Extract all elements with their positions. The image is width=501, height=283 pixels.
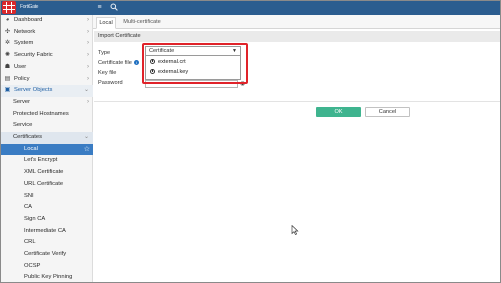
sidebar-item-server[interactable]: Server › — [0, 97, 93, 109]
app-title: FortiGate — [20, 4, 39, 10]
chevron-right-icon: › — [87, 17, 89, 23]
star-icon[interactable]: ☆ — [84, 144, 90, 156]
sidebar-item-ocsp[interactable]: OCSP — [0, 261, 93, 273]
chevron-down-icon: ⌄ — [83, 87, 89, 94]
main-content: Local Multi-certificate Import Certifica… — [93, 15, 501, 283]
sidebar-item-user[interactable]: ☗ User › — [0, 62, 93, 74]
fortinet-logo — [2, 1, 16, 14]
divider — [94, 101, 500, 102]
chevron-down-icon: ⌄ — [83, 134, 89, 140]
key-file-label: Key file — [98, 70, 117, 76]
top-bar: FortiGate ≡ — [0, 0, 501, 15]
chevron-right-icon: › — [87, 52, 89, 59]
type-label: Type — [98, 50, 111, 56]
user-icon: ☗ — [4, 63, 11, 70]
chevron-right-icon: › — [87, 98, 89, 105]
chevron-right-icon: › — [87, 63, 89, 70]
sidebar-item-intermediate-ca[interactable]: Intermediate CA — [0, 226, 93, 238]
sidebar-item-server-objects[interactable]: ▣ Server Objects ⌄ — [0, 85, 93, 97]
sidebar-item-security-fabric[interactable]: ✺ Security Fabric › — [0, 50, 93, 62]
fabric-icon: ✺ — [4, 52, 11, 59]
dashboard-icon: ◕ — [5, 17, 10, 23]
sidebar-item-xml-certificate[interactable]: XML Certificate — [0, 167, 93, 179]
info-icon: i — [133, 60, 139, 65]
sidebar-item-policy[interactable]: ▤ Policy › — [0, 74, 93, 86]
sidebar-item-dashboard[interactable]: ◕ Dashboard › — [0, 15, 93, 27]
search-icon[interactable] — [109, 3, 118, 12]
tab-bar: Local Multi-certificate — [93, 15, 501, 29]
chevron-right-icon: › — [87, 28, 89, 35]
import-certificate-header: Import Certificate — [94, 31, 500, 42]
certificate-file-label: Certificate file i — [98, 59, 139, 67]
tab-multi-certificate[interactable]: Multi-certificate — [119, 17, 165, 29]
sidebar-item-lets-encrypt[interactable]: Let's Encrypt — [0, 155, 93, 167]
chevron-right-icon: › — [87, 40, 89, 47]
network-icon: ✣ — [4, 28, 11, 35]
sidebar-item-protected-hostnames[interactable]: Protected Hostnames — [0, 109, 93, 121]
password-label: Password — [98, 80, 123, 86]
chevron-right-icon: › — [87, 75, 89, 82]
sidebar-item-local[interactable]: Local ☆ — [0, 143, 93, 156]
mouse-cursor-icon — [291, 225, 299, 235]
sidebar-item-system[interactable]: ✲ System › — [0, 38, 93, 50]
sidebar-item-sni[interactable]: SNI — [0, 191, 93, 203]
sidebar-item-certificates[interactable]: Certificates ⌄ — [0, 132, 93, 144]
sidebar: ◕ Dashboard › ✣ Network › ✲ System › ✺ S… — [0, 15, 93, 283]
tab-local[interactable]: Local — [96, 17, 116, 29]
gear-icon: ✲ — [4, 40, 11, 47]
sidebar-item-public-key-pinning[interactable]: Public Key Pinning — [0, 272, 93, 283]
server-icon: ▣ — [4, 87, 11, 94]
sidebar-item-sign-ca[interactable]: Sign CA — [0, 214, 93, 226]
sidebar-item-crl[interactable]: CRL — [0, 237, 93, 249]
sidebar-item-url-certificate[interactable]: URL Certificate — [0, 179, 93, 191]
sidebar-item-network[interactable]: ✣ Network › — [0, 27, 93, 39]
sidebar-item-service[interactable]: Service — [0, 120, 93, 132]
ok-button[interactable]: OK — [316, 107, 361, 117]
policy-icon: ▤ — [4, 75, 11, 82]
highlight-box — [142, 43, 248, 84]
sidebar-item-ca[interactable]: CA — [0, 202, 93, 214]
sidebar-item-certificate-verify[interactable]: Certificate Verify — [0, 249, 93, 261]
cancel-button[interactable]: Cancel — [365, 107, 410, 117]
hamburger-icon[interactable]: ≡ — [95, 3, 104, 12]
